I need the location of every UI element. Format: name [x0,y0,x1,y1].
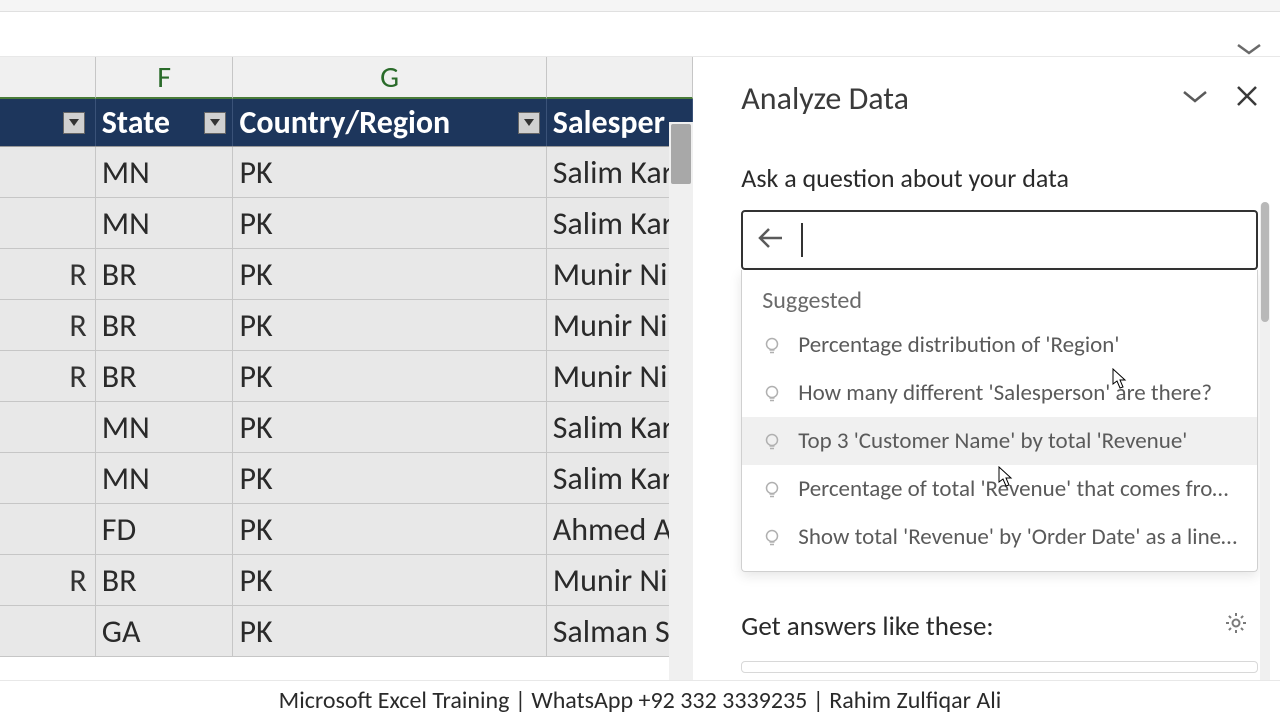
cell-state[interactable]: FD [96,504,234,555]
suggestion-item[interactable]: Show total 'Revenue' by 'Order Date' as … [742,513,1257,561]
cell-country[interactable]: PK [233,198,546,249]
table-row[interactable]: RBRPKMunir Ni [0,249,693,300]
table-row[interactable]: MNPKSalim Kar [0,402,693,453]
cell-prev[interactable] [0,402,96,453]
header-label-state: State [102,103,170,142]
table-row[interactable]: FDPKAhmed A [0,504,693,555]
filter-dropdown-icon[interactable] [204,112,226,134]
panel-close-button[interactable] [1236,85,1258,112]
header-cell-country[interactable]: Country/Region [233,99,546,146]
footer-status-bar: Microsoft Excel Training | WhatsApp +92 … [0,680,1280,720]
cell-prev[interactable] [0,147,96,198]
lightbulb-icon [762,479,782,499]
suggestion-text: Percentage distribution of 'Region' [798,331,1119,359]
cell-prev[interactable] [0,504,96,555]
scrollbar-thumb[interactable] [671,124,691,184]
cell-country[interactable]: PK [233,300,546,351]
suggestion-text: Percentage of total 'Revenue' that comes… [798,475,1228,503]
column-headers: F G [0,57,693,99]
cell-prev[interactable] [0,453,96,504]
cell-state[interactable]: MN [96,198,234,249]
suggested-label: Suggested [742,286,1257,321]
table-row[interactable]: RBRPKMunir Ni [0,555,693,606]
filter-dropdown-icon[interactable] [63,112,85,134]
sheet-vertical-scrollbar[interactable] [669,122,693,680]
filter-dropdown-icon[interactable] [518,112,540,134]
cell-state[interactable]: BR [96,555,234,606]
header-cell-state[interactable]: State [96,99,234,146]
cell-state[interactable]: MN [96,402,234,453]
suggestion-text: How many different 'Salesperson' are the… [798,379,1212,407]
answers-preview-box[interactable] [741,661,1258,673]
column-header-f[interactable]: F [96,57,234,99]
ask-question-input-box[interactable] [741,210,1258,270]
cell-country[interactable]: PK [233,504,546,555]
lightbulb-icon [762,383,782,403]
table-header-row: State Country/Region Salesper [0,99,693,147]
gear-icon[interactable] [1224,610,1248,643]
lightbulb-icon [762,527,782,547]
formula-bar-area [0,12,1280,57]
column-header-g[interactable]: G [233,57,546,99]
table-row[interactable]: GAPKSalman S [0,606,693,657]
cell-prev[interactable]: R [0,555,96,606]
suggestion-item[interactable]: Percentage of total 'Revenue' that comes… [742,465,1257,513]
question-input[interactable] [801,212,1242,268]
cell-country[interactable]: PK [233,606,546,657]
cell-prev[interactable]: R [0,249,96,300]
text-cursor [801,223,803,257]
scrollbar-thumb[interactable] [1261,202,1269,322]
cell-prev[interactable] [0,606,96,657]
cell-country[interactable]: PK [233,147,546,198]
header-label-salesperson: Salesper [553,103,665,142]
analyze-data-panel: Analyze Data Ask a question about your d… [717,57,1280,680]
table-row[interactable]: MNPKSalim Kar [0,147,693,198]
table-row[interactable]: MNPKSalim Kar [0,198,693,249]
table-row[interactable]: RBRPKMunir Ni [0,351,693,402]
suggestion-item[interactable]: Top 3 'Customer Name' by total 'Revenue' [742,417,1257,465]
header-cell-prev[interactable] [0,99,96,146]
panel-title: Analyze Data [741,79,909,118]
table-row[interactable]: RBRPKMunir Ni [0,300,693,351]
suggestion-text: Show total 'Revenue' by 'Order Date' as … [798,523,1237,551]
cell-prev[interactable] [0,198,96,249]
cell-country[interactable]: PK [233,249,546,300]
header-label-country: Country/Region [239,103,450,142]
lightbulb-icon [762,335,782,355]
top-toolbar-edge [0,0,1280,12]
get-answers-label: Get answers like these: [741,610,993,643]
cell-country[interactable]: PK [233,351,546,402]
ask-question-label: Ask a question about your data [741,162,1258,194]
get-answers-section: Get answers like these: [741,610,1258,643]
cell-country[interactable]: PK [233,402,546,453]
cell-country[interactable]: PK [233,555,546,606]
panel-divider [693,57,717,680]
cell-prev[interactable]: R [0,351,96,402]
table-row[interactable]: MNPKSalim Kar [0,453,693,504]
cell-state[interactable]: MN [96,453,234,504]
cell-state[interactable]: BR [96,351,234,402]
cell-prev[interactable]: R [0,300,96,351]
spreadsheet-area[interactable]: F G State Country/Region Salesper [0,57,693,680]
cell-state[interactable]: MN [96,147,234,198]
column-header-h[interactable] [547,57,694,99]
cell-state[interactable]: BR [96,300,234,351]
lightbulb-icon [762,431,782,451]
panel-vertical-scrollbar[interactable] [1260,202,1270,712]
panel-collapse-button[interactable] [1182,88,1208,109]
back-arrow-icon[interactable] [757,227,783,254]
suggestion-item[interactable]: How many different 'Salesperson' are the… [742,369,1257,417]
suggestions-dropdown: Suggested Percentage distribution of 'Re… [741,270,1258,572]
column-header-e[interactable] [0,57,96,99]
suggestion-item[interactable]: Percentage distribution of 'Region' [742,321,1257,369]
data-table: State Country/Region Salesper MNPKSalim … [0,99,693,657]
cell-country[interactable]: PK [233,453,546,504]
cell-state[interactable]: GA [96,606,234,657]
cell-state[interactable]: BR [96,249,234,300]
suggestion-text: Top 3 'Customer Name' by total 'Revenue' [798,427,1187,455]
